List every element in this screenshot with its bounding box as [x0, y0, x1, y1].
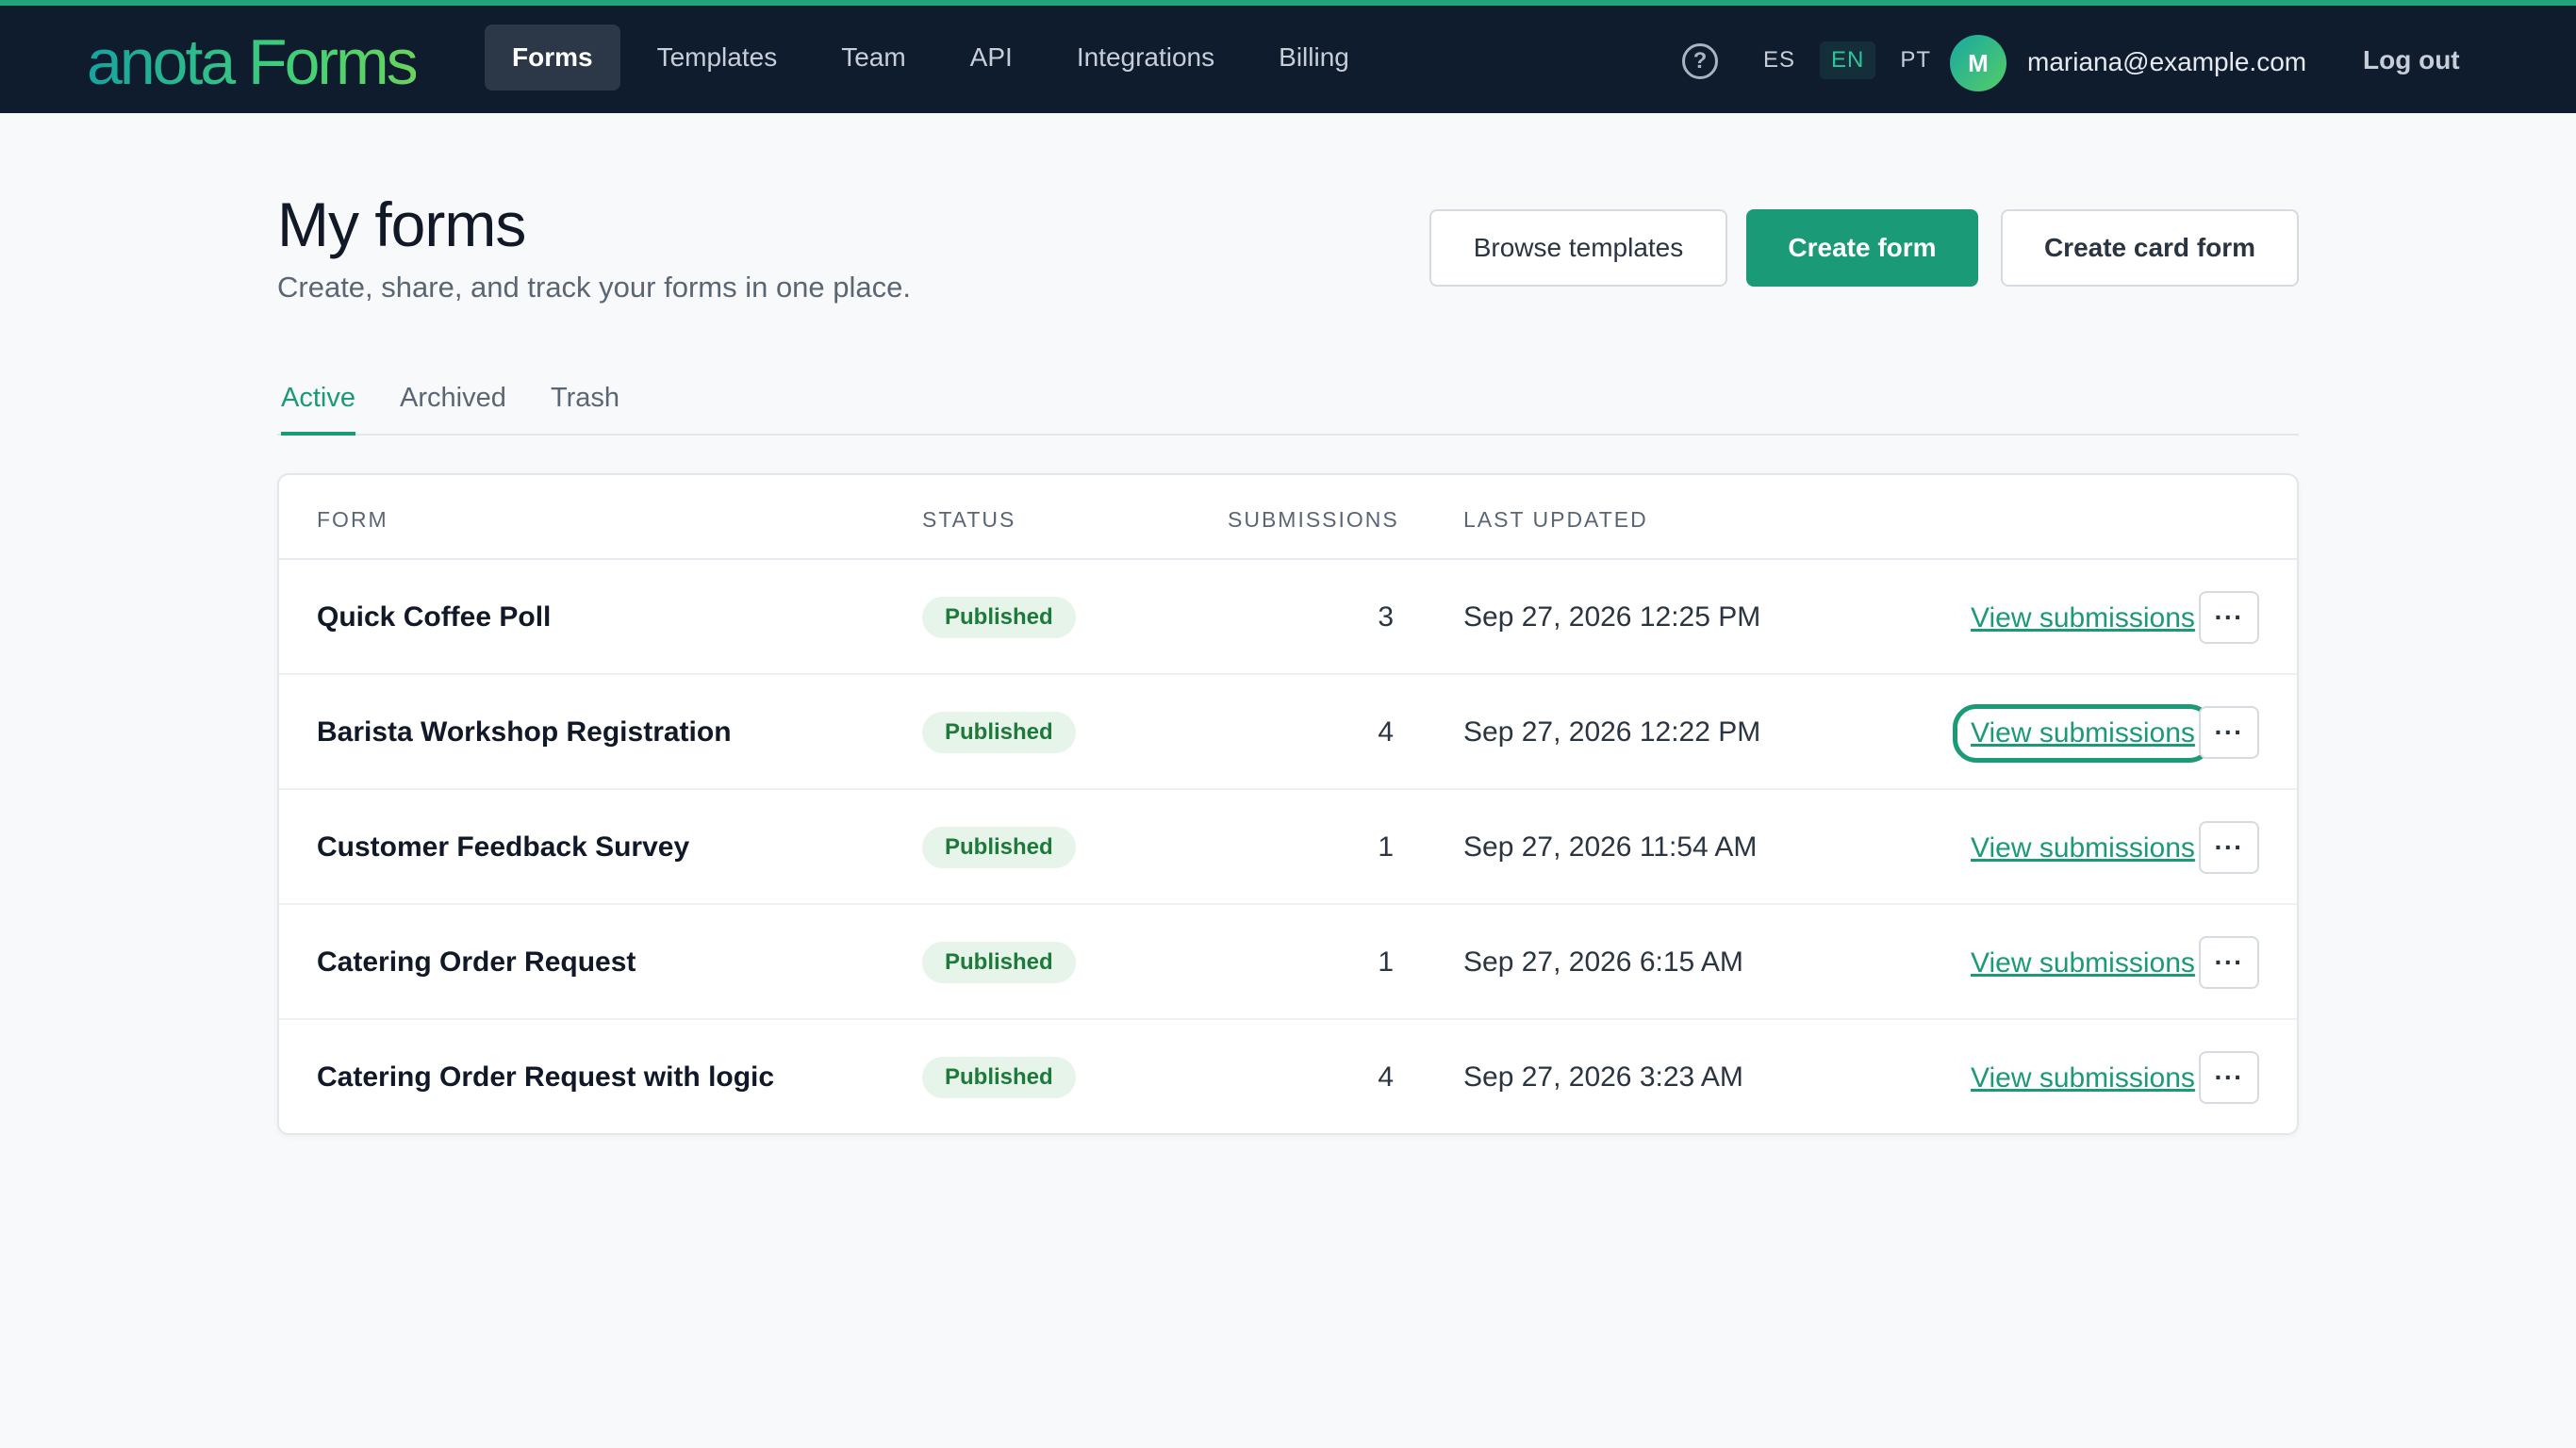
forms-table: FORM STATUS SUBMISSIONS LAST UPDATED Qui… [277, 473, 2299, 1135]
anota-forms-logo[interactable]: anota Forms [87, 26, 419, 98]
form-tabs: Active Archived Trash [277, 375, 2299, 436]
more-options-icon[interactable]: ··· [2199, 1051, 2259, 1104]
last-updated: Sep 27, 2026 12:22 PM [1463, 716, 1761, 748]
submission-count: 4 [1378, 716, 1394, 748]
column-header-form: FORM [317, 507, 388, 532]
top-navigation-bar: anota Forms Forms Templates Team API Int… [0, 0, 2576, 113]
logout-button[interactable]: Log out [2363, 45, 2460, 75]
submission-count: 1 [1378, 946, 1394, 978]
tab-trash[interactable]: Trash [551, 383, 619, 436]
tab-active[interactable]: Active [281, 383, 355, 436]
form-name: Customer Feedback Survey [317, 831, 690, 863]
create-card-form-button[interactable]: Create card form [2001, 209, 2299, 287]
last-updated: Sep 27, 2026 6:15 AM [1463, 946, 1743, 978]
create-form-button[interactable]: Create form [1746, 209, 1978, 287]
form-name: Catering Order Request with logic [317, 1061, 775, 1093]
view-submissions-link[interactable]: View submissions [1961, 828, 2204, 869]
nav-item-integrations[interactable]: Integrations [1049, 25, 1242, 90]
last-updated: Sep 27, 2026 11:54 AM [1463, 831, 1758, 863]
language-pt[interactable]: PT [1889, 41, 1942, 79]
view-submissions-link[interactable]: View submissions [1961, 598, 2204, 639]
page-title: My forms [277, 189, 526, 259]
tab-archived[interactable]: Archived [400, 383, 506, 436]
page-subtitle: Create, share, and track your forms in o… [277, 271, 911, 304]
nav-item-billing[interactable]: Billing [1251, 25, 1377, 90]
help-icon[interactable]: ? [1682, 43, 1718, 79]
nav-item-team[interactable]: Team [814, 25, 933, 90]
more-options-icon[interactable]: ··· [2199, 936, 2259, 989]
browse-templates-button[interactable]: Browse templates [1429, 209, 1727, 287]
table-row: Catering Order Request with logic Publis… [279, 1020, 2297, 1133]
view-submissions-link[interactable]: View submissions [1961, 943, 2204, 984]
last-updated: Sep 27, 2026 3:23 AM [1463, 1061, 1743, 1093]
form-name: Barista Workshop Registration [317, 716, 732, 748]
nav-item-forms[interactable]: Forms [485, 25, 620, 90]
nav-item-templates[interactable]: Templates [630, 25, 805, 90]
language-es[interactable]: ES [1752, 41, 1807, 79]
table-row: Customer Feedback Survey Published 1 Sep… [279, 790, 2297, 905]
user-avatar[interactable]: M [1950, 35, 2006, 91]
nav-item-api[interactable]: API [943, 25, 1040, 90]
table-row: Barista Workshop Registration Published … [279, 675, 2297, 790]
view-submissions-link[interactable]: View submissions [1961, 1058, 2204, 1099]
user-email: mariana@example.com [2027, 47, 2307, 76]
table-row: Quick Coffee Poll Published 3 Sep 27, 20… [279, 560, 2297, 675]
submission-count: 1 [1378, 831, 1394, 863]
last-updated: Sep 27, 2026 12:25 PM [1463, 601, 1761, 633]
status-badge: Published [922, 1057, 1076, 1098]
column-header-submissions: SUBMISSIONS [1228, 507, 1399, 532]
status-badge: Published [922, 597, 1076, 638]
form-name: Quick Coffee Poll [317, 601, 552, 633]
view-submissions-link[interactable]: View submissions [1953, 704, 2213, 763]
column-header-status: STATUS [922, 507, 1016, 532]
submission-count: 4 [1378, 1061, 1394, 1093]
more-options-icon[interactable]: ··· [2199, 821, 2259, 874]
language-en[interactable]: EN [1820, 41, 1876, 79]
status-badge: Published [922, 942, 1076, 983]
table-header: FORM STATUS SUBMISSIONS LAST UPDATED [279, 475, 2297, 560]
table-row: Catering Order Request Published 1 Sep 2… [279, 905, 2297, 1020]
status-badge: Published [922, 827, 1076, 868]
status-badge: Published [922, 712, 1076, 753]
submission-count: 3 [1378, 601, 1394, 633]
more-options-icon[interactable]: ··· [2199, 591, 2259, 644]
main-nav: Forms Templates Team API Integrations Bi… [485, 25, 1386, 90]
form-name: Catering Order Request [317, 946, 636, 978]
language-switcher: ES EN PT [1752, 41, 1956, 79]
more-options-icon[interactable]: ··· [2199, 706, 2259, 759]
column-header-last-updated: LAST UPDATED [1463, 507, 1648, 532]
